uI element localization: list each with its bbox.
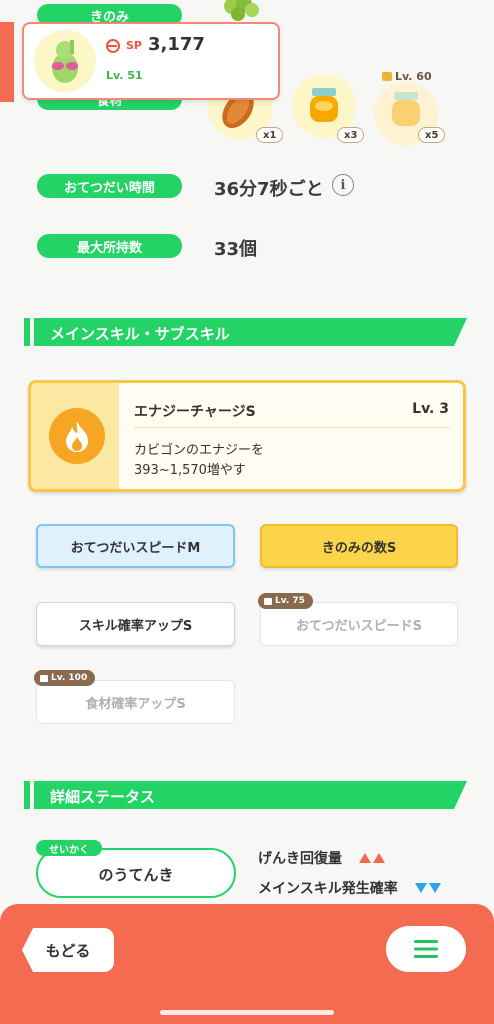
divider xyxy=(134,427,450,428)
main-skill-name: エナジーチャージS xyxy=(134,404,256,420)
nature-value: のうてんき xyxy=(98,866,174,884)
main-skill-desc-1: カビゴンのエナジーを xyxy=(134,443,265,458)
berry-icon xyxy=(224,0,259,21)
home-indicator xyxy=(160,1010,334,1015)
sub-skill-4-lock: Lv. 75 xyxy=(258,593,313,609)
down-arrow-icon xyxy=(413,881,441,897)
main-skill-section-header: メインスキル・サブスキル xyxy=(24,318,467,346)
carry-value: 33個 xyxy=(214,239,258,260)
lock-icon xyxy=(264,597,272,605)
menu-button[interactable] xyxy=(386,926,466,972)
info-icon[interactable]: i xyxy=(332,174,354,196)
lock-icon xyxy=(382,71,392,81)
back-button[interactable]: もどる xyxy=(22,928,114,972)
nature-down-label: メインスキル発生確率 xyxy=(258,881,398,897)
help-time-value: 36分7秒ごと xyxy=(214,179,324,200)
sub-skill-5[interactable]: 食材確率アップS xyxy=(36,680,235,724)
pokemon-avatar xyxy=(34,30,96,92)
pokemon-card[interactable]: SP 3,177 Lv. 51 xyxy=(22,22,280,100)
sub-skill-5-lock: Lv. 100 xyxy=(34,670,96,686)
fire-icon xyxy=(49,408,105,464)
sp-value: 3,177 xyxy=(148,34,205,55)
pokemon-icon xyxy=(52,40,78,83)
up-arrow-icon xyxy=(357,851,385,867)
pokemon-level: Lv. 51 xyxy=(106,69,143,82)
detail-section-header: 詳細ステータス xyxy=(24,781,467,809)
sp-label: SP xyxy=(126,39,142,52)
nature-down-row: メインスキル発生確率 xyxy=(258,878,441,898)
card-accent xyxy=(0,22,14,102)
section-title: メインスキル・サブスキル xyxy=(50,325,230,343)
nature-up-label: げんき回復量 xyxy=(258,851,342,867)
menu-icon xyxy=(414,940,438,958)
main-skill-level: Lv. 3 xyxy=(412,401,449,417)
ingredient-count-1: x1 xyxy=(256,127,284,143)
main-skill-desc-2: 393~1,570増やす xyxy=(134,463,246,478)
ingredient-count-2: x3 xyxy=(337,127,365,143)
sub-skill-1[interactable]: おてつだいスピードM xyxy=(36,524,235,568)
main-skill-card[interactable]: エナジーチャージS Lv. 3 カビゴンのエナジーを 393~1,570増やす xyxy=(28,380,466,492)
nature-up-row: げんき回復量 xyxy=(258,848,385,868)
carry-label: 最大所持数 xyxy=(37,234,182,258)
nature-tag: せいかく xyxy=(36,840,102,856)
skill-icon-panel xyxy=(31,383,119,489)
ingredient-count-3: x5 xyxy=(418,127,446,143)
section-title: 詳細ステータス xyxy=(50,788,156,806)
sub-skill-2[interactable]: きのみの数S xyxy=(260,524,458,568)
sub-skill-3[interactable]: スキル確率アップS xyxy=(36,602,235,646)
help-time-label: おてつだい時間 xyxy=(37,174,182,198)
sp-icon xyxy=(106,39,120,53)
lock-icon xyxy=(40,674,48,682)
